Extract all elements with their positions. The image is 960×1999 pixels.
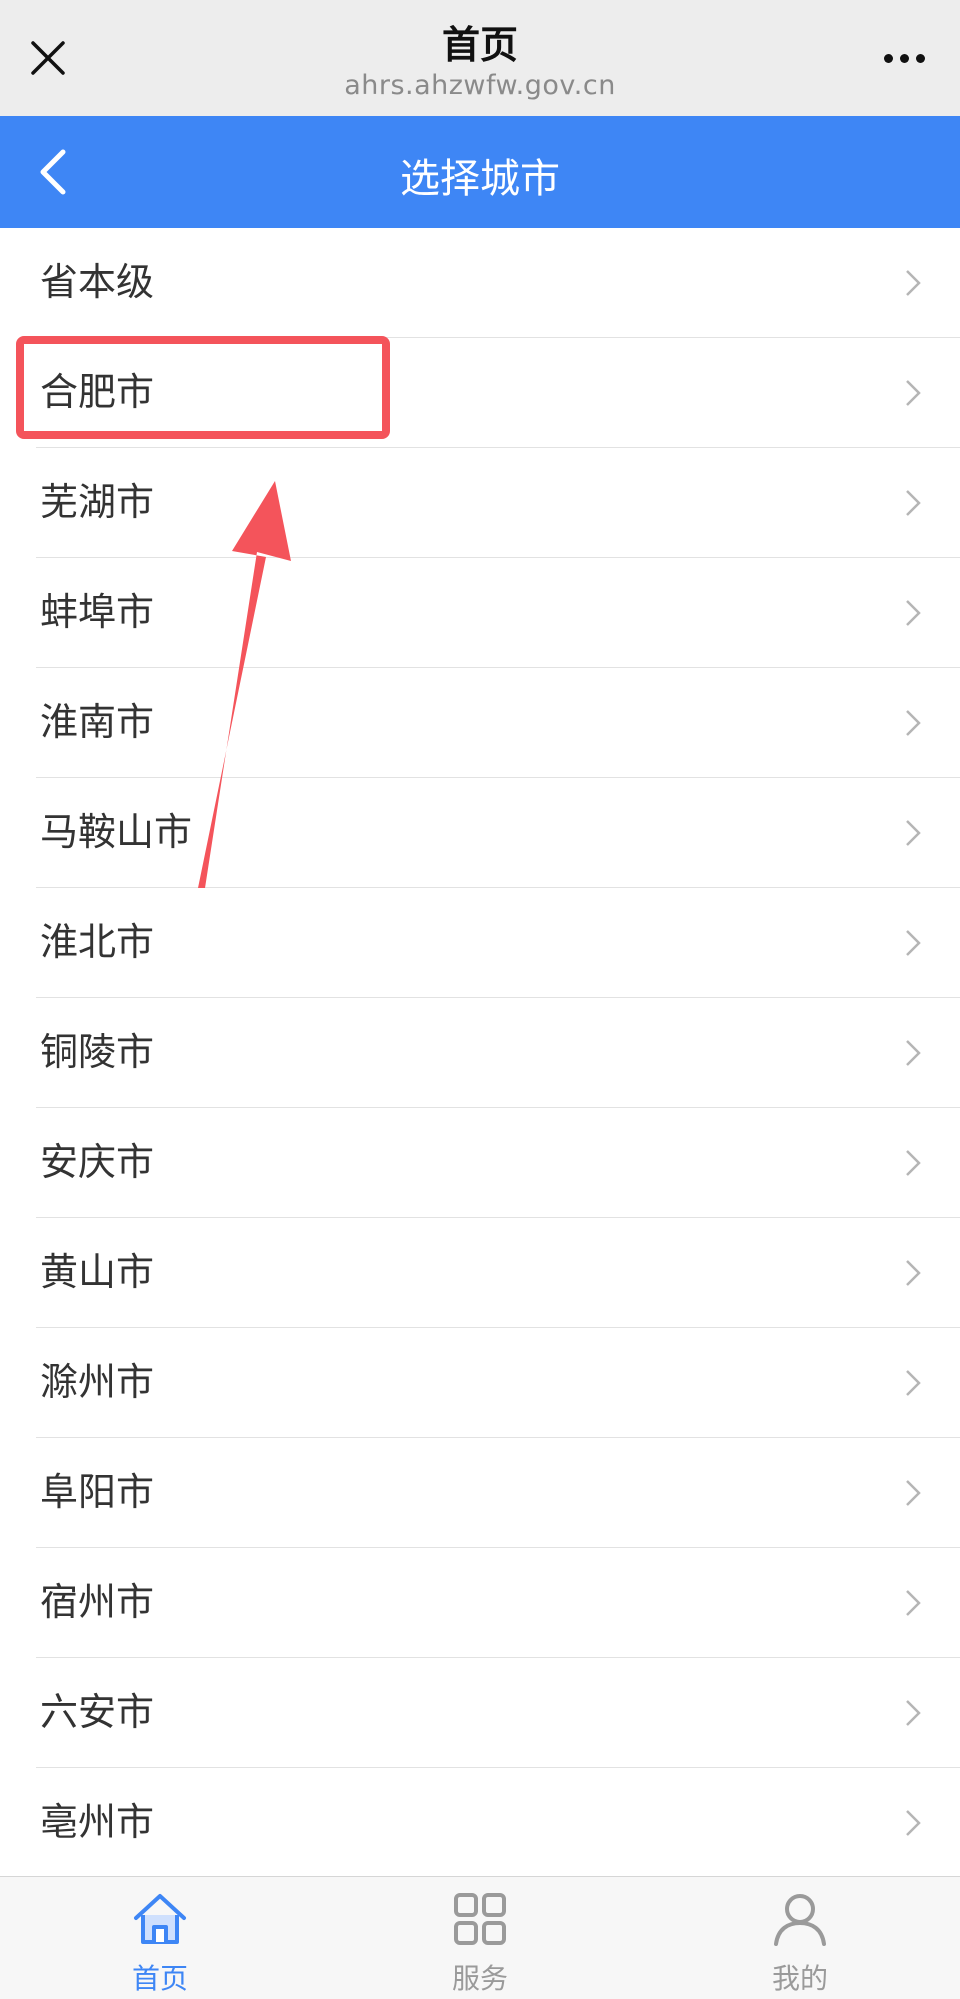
city-item[interactable]: 黄山市	[36, 1218, 960, 1328]
tab-label: 首页	[131, 1962, 188, 1995]
city-name: 黄山市	[40, 1250, 155, 1294]
more-icon-dot	[883, 53, 893, 63]
city-name: 淮南市	[40, 700, 155, 744]
city-name: 马鞍山市	[40, 810, 193, 854]
chevron-right-icon	[906, 1370, 921, 1396]
city-item[interactable]: 安庆市	[36, 1108, 960, 1218]
tab-label: 我的	[771, 1962, 828, 1995]
more-button[interactable]	[872, 36, 936, 80]
home-icon	[134, 1894, 186, 1944]
city-item[interactable]: 铜陵市	[36, 998, 960, 1108]
city-name: 阜阳市	[40, 1470, 155, 1514]
city-list: 省本级 合肥市 芜湖市 蚌埠市 淮南市 马鞍山市 淮北市 铜陵市 安庆市 黄山市…	[0, 228, 960, 1878]
chevron-right-icon	[906, 1150, 921, 1176]
city-item[interactable]: 省本级	[36, 228, 960, 338]
page-header: 选择城市	[0, 116, 960, 228]
page-title: 首页	[441, 23, 518, 67]
city-item[interactable]: 六安市	[36, 1658, 960, 1768]
chevron-right-icon	[906, 270, 921, 296]
city-name: 安庆市	[40, 1140, 155, 1184]
city-name: 淮北市	[40, 920, 155, 964]
bottom-tab-bar: 首页 服务 我的	[0, 1876, 960, 1999]
highlight-box	[16, 336, 390, 439]
browser-top-bar: 首页 ahrs.ahzwfw.gov.cn	[0, 0, 960, 116]
tab-home[interactable]: 首页	[60, 1877, 260, 1999]
chevron-right-icon	[906, 600, 921, 626]
user-icon	[774, 1894, 826, 1946]
city-item[interactable]: 蚌埠市	[36, 558, 960, 668]
more-icon-dot	[915, 53, 925, 63]
city-item[interactable]: 淮南市	[36, 668, 960, 778]
tab-mine[interactable]: 我的	[700, 1877, 900, 1999]
header-title: 选择城市	[400, 156, 560, 202]
city-item[interactable]: 宿州市	[36, 1548, 960, 1658]
city-item[interactable]: 马鞍山市	[36, 778, 960, 888]
chevron-right-icon	[906, 710, 921, 736]
city-name: 滁州市	[40, 1360, 155, 1404]
city-name: 亳州市	[40, 1800, 155, 1844]
chevron-right-icon	[906, 1480, 921, 1506]
chevron-right-icon	[906, 380, 921, 406]
page-url: ahrs.ahzwfw.gov.cn	[344, 70, 616, 101]
tab-label: 服务	[451, 1962, 508, 1995]
city-item[interactable]: 淮北市	[36, 888, 960, 998]
city-item[interactable]: 亳州市	[36, 1768, 960, 1878]
city-item[interactable]: 芜湖市	[36, 448, 960, 558]
chevron-right-icon	[906, 1810, 921, 1836]
city-name: 省本级	[40, 260, 155, 304]
chevron-right-icon	[906, 1700, 921, 1726]
grid-icon	[454, 1893, 506, 1945]
chevron-right-icon	[906, 820, 921, 846]
city-name: 蚌埠市	[40, 590, 155, 634]
city-item[interactable]: 滁州市	[36, 1328, 960, 1438]
city-name: 六安市	[40, 1690, 155, 1734]
tab-services[interactable]: 服务	[380, 1877, 580, 1999]
chevron-right-icon	[906, 1040, 921, 1066]
chevron-right-icon	[906, 1590, 921, 1616]
chevron-right-icon	[906, 930, 921, 956]
city-item[interactable]: 阜阳市	[36, 1438, 960, 1548]
chevron-right-icon	[906, 490, 921, 516]
chevron-right-icon	[906, 1260, 921, 1286]
more-icon-dot	[899, 53, 909, 63]
city-name: 宿州市	[40, 1580, 155, 1624]
city-name: 铜陵市	[40, 1030, 155, 1074]
city-name: 芜湖市	[40, 480, 155, 524]
